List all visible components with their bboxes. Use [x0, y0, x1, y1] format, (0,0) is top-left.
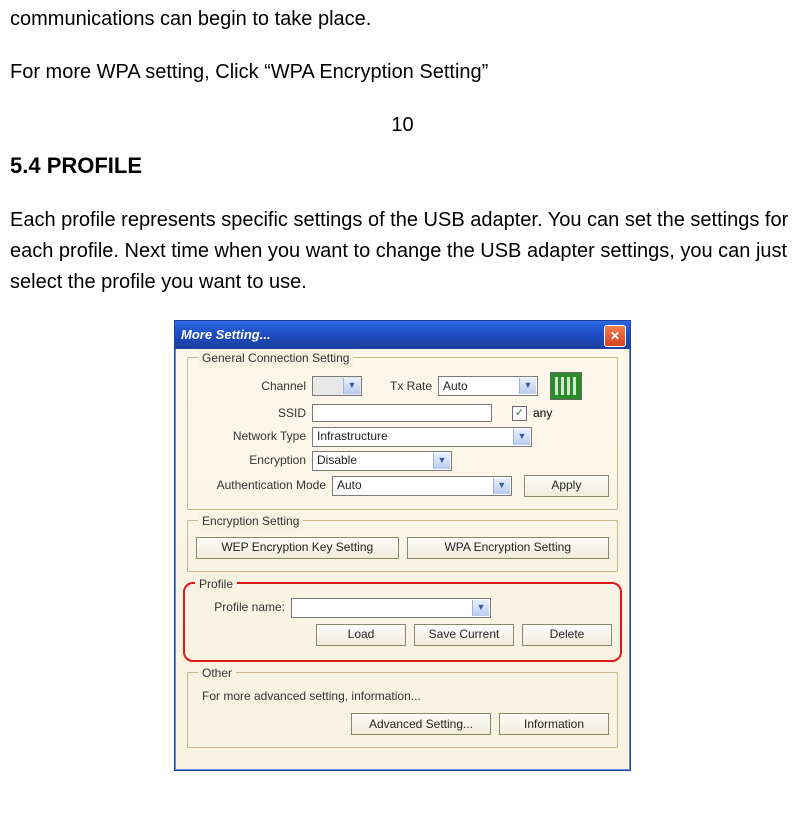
document-fragment: communications can begin to take place. … — [0, 0, 805, 781]
chevron-down-icon: ▼ — [513, 429, 530, 445]
paragraph: For more WPA setting, Click “WPA Encrypt… — [10, 57, 795, 88]
other-description: For more advanced setting, information..… — [202, 687, 609, 706]
encryption-buttons-row: WEP Encryption Key Setting WPA Encryptio… — [196, 537, 609, 559]
encryption-setting-group: Encryption Setting WEP Encryption Key Se… — [187, 520, 618, 572]
group-legend: General Connection Setting — [198, 349, 353, 368]
network-type-value: Infrastructure — [317, 427, 388, 446]
chevron-down-icon: ▼ — [433, 453, 450, 469]
profile-name-select[interactable]: ▼ — [291, 598, 491, 618]
group-legend: Other — [198, 664, 236, 683]
ssid-label: SSID — [196, 404, 306, 423]
page-number: 10 — [10, 110, 795, 141]
load-btn-label: Load — [348, 625, 375, 644]
profile-name-label: Profile name: — [193, 598, 285, 617]
encryption-row: Encryption Disable ▼ — [196, 451, 609, 471]
profile-name-row: Profile name: ▼ — [193, 598, 612, 618]
txrate-label: Tx Rate — [382, 377, 432, 396]
wpa-btn-label: WPA Encryption Setting — [444, 538, 571, 557]
window-close-button[interactable]: ✕ — [604, 325, 626, 347]
wep-setting-button[interactable]: WEP Encryption Key Setting — [196, 537, 399, 559]
close-icon: ✕ — [610, 327, 620, 346]
apply-button[interactable]: Apply — [524, 475, 609, 497]
window-title-bar[interactable]: More Setting... ✕ — [175, 321, 630, 349]
any-label: any — [533, 404, 552, 423]
channel-select[interactable]: ▼ — [312, 376, 362, 396]
save-profile-button[interactable]: Save Current — [414, 624, 514, 646]
information-button[interactable]: Information — [499, 713, 609, 735]
delete-btn-label: Delete — [550, 625, 585, 644]
chevron-down-icon: ▼ — [343, 378, 360, 394]
paragraph: communications can begin to take place. — [10, 4, 795, 35]
checkmark-icon: ✓ — [515, 405, 524, 422]
wep-btn-label: WEP Encryption Key Setting — [221, 538, 373, 557]
section-body: Each profile represents specific setting… — [10, 205, 795, 298]
auth-row: Authentication Mode Auto ▼ Apply — [196, 475, 609, 497]
wpa-setting-button[interactable]: WPA Encryption Setting — [407, 537, 610, 559]
txrate-value: Auto — [443, 377, 468, 396]
network-type-select[interactable]: Infrastructure ▼ — [312, 427, 532, 447]
auth-mode-select[interactable]: Auto ▼ — [332, 476, 512, 496]
save-btn-label: Save Current — [429, 625, 500, 644]
more-setting-dialog: More Setting... ✕ General Connection Set… — [174, 320, 631, 771]
channel-txrate-row: Channel ▼ Tx Rate Auto ▼ — [196, 372, 609, 400]
window-title: More Setting... — [181, 325, 271, 345]
ssid-row: SSID ✓ any — [196, 404, 609, 423]
group-legend: Encryption Setting — [198, 512, 303, 531]
other-group: Other For more advanced setting, informa… — [187, 672, 618, 749]
general-connection-group: General Connection Setting Channel ▼ Tx … — [187, 357, 618, 510]
network-type-label: Network Type — [196, 427, 306, 446]
profile-buttons-row: Load Save Current Delete — [193, 624, 612, 646]
dialog-body: General Connection Setting Channel ▼ Tx … — [175, 349, 630, 770]
any-checkbox[interactable]: ✓ — [512, 406, 527, 421]
section-heading: 5.4 PROFILE — [10, 149, 795, 183]
advanced-setting-button[interactable]: Advanced Setting... — [351, 713, 491, 735]
auth-mode-value: Auto — [337, 476, 362, 495]
chevron-down-icon: ▼ — [519, 378, 536, 394]
encryption-select[interactable]: Disable ▼ — [312, 451, 452, 471]
txrate-select[interactable]: Auto ▼ — [438, 376, 538, 396]
wifi-signal-icon — [550, 372, 582, 400]
auth-mode-label: Authentication Mode — [196, 476, 326, 495]
chevron-down-icon: ▼ — [472, 600, 489, 616]
profile-group: Profile Profile name: ▼ Load Save — [183, 582, 622, 662]
information-btn-label: Information — [524, 715, 584, 734]
dialog-container: More Setting... ✕ General Connection Set… — [10, 320, 795, 771]
delete-profile-button[interactable]: Delete — [522, 624, 612, 646]
load-profile-button[interactable]: Load — [316, 624, 406, 646]
other-buttons-row: Advanced Setting... Information — [196, 713, 609, 735]
encryption-label: Encryption — [196, 451, 306, 470]
ssid-input[interactable] — [312, 404, 492, 422]
encryption-value: Disable — [317, 451, 357, 470]
channel-label: Channel — [196, 377, 306, 396]
advanced-btn-label: Advanced Setting... — [369, 715, 473, 734]
network-type-row: Network Type Infrastructure ▼ — [196, 427, 609, 447]
group-legend: Profile — [195, 575, 237, 594]
apply-label: Apply — [551, 476, 581, 495]
chevron-down-icon: ▼ — [493, 478, 510, 494]
